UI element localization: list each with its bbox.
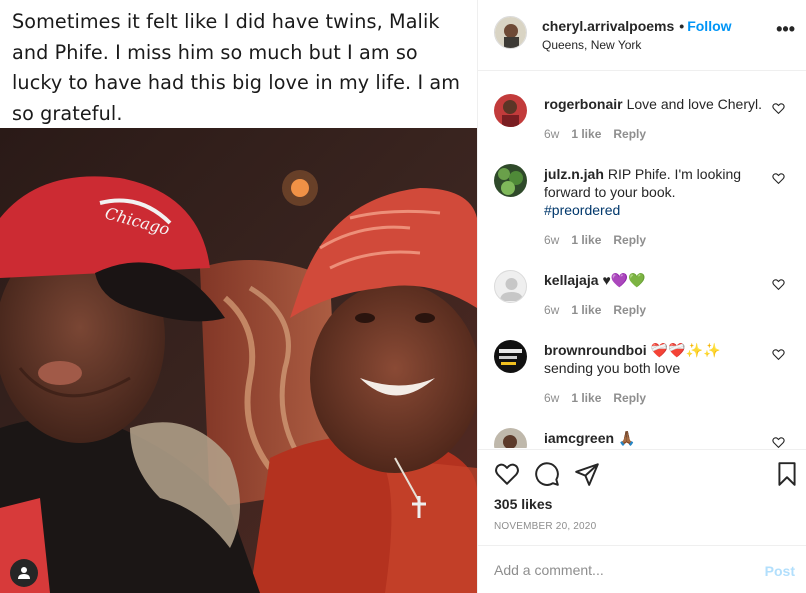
likes-count[interactable]: 305 likes (494, 496, 552, 512)
comment-message: 🙏🏾 (618, 430, 636, 446)
heart-icon[interactable] (772, 102, 785, 115)
post-sidebar: cheryl.arrivalpoems • Follow Queens, New Y… (477, 0, 806, 593)
comment-text: kellajaja ♥💜💚 (544, 271, 764, 289)
commenter-avatar[interactable] (494, 340, 527, 373)
comment-text: iamcgreen 🙏🏾 (544, 429, 764, 447)
more-options-button[interactable]: ••• (776, 19, 795, 39)
comment-username[interactable]: iamcgreen (544, 430, 614, 446)
reply-button[interactable]: Reply (613, 233, 646, 247)
comment-likes[interactable]: 1 like (571, 233, 601, 247)
post-location[interactable]: Queens, New York (542, 38, 641, 52)
comment-likes[interactable]: 1 like (571, 391, 601, 405)
heart-icon[interactable] (772, 172, 785, 185)
person-icon (18, 567, 30, 579)
comment-age: 6w (544, 303, 560, 317)
author-username[interactable]: cheryl.arrivalpoems (542, 18, 674, 34)
post-photo: Chicago (0, 128, 477, 593)
commenter-avatar[interactable] (494, 270, 527, 303)
post-comment-button[interactable]: Post (765, 563, 795, 579)
add-comment-bar: Post (478, 545, 806, 593)
reply-button[interactable]: Reply (613, 391, 646, 405)
heart-icon[interactable] (494, 461, 520, 487)
post-date[interactable]: NOVEMBER 20, 2020 (494, 521, 596, 532)
comment-username[interactable]: rogerbonair (544, 96, 623, 112)
post-actions: 305 likes NOVEMBER 20, 2020 Post (478, 449, 806, 593)
more-horizontal-icon: ••• (776, 19, 795, 39)
image-caption-band: Sometimes it felt like I did have twins,… (0, 0, 477, 128)
commenter-avatar[interactable] (494, 94, 527, 127)
comment-meta: 6w 1 like Reply (544, 391, 658, 405)
comment-message-line2: sending you both love (544, 360, 681, 376)
comment-text: brownroundboi ❤️‍🩹❤️‍🩹✨✨ sending you both… (544, 341, 764, 377)
commenter-avatar[interactable] (494, 164, 527, 197)
image-caption-text: Sometimes it felt like I did have twins,… (12, 10, 461, 125)
paper-plane-icon[interactable] (574, 461, 600, 487)
post-media: Sometimes it felt like I did have twins,… (0, 0, 477, 593)
photo-illustration: Chicago (0, 128, 477, 593)
comment-age: 6w (544, 233, 560, 247)
comment-likes[interactable]: 1 like (571, 127, 601, 141)
comment-username[interactable]: kellajaja (544, 272, 599, 288)
bookmark-icon[interactable] (774, 461, 800, 487)
heart-icon[interactable] (772, 436, 785, 448)
user-tag-button[interactable] (10, 559, 38, 587)
heart-icon[interactable] (772, 278, 785, 291)
comment-text: rogerbonair Love and love Cheryl. (544, 95, 764, 113)
comment-hashtag[interactable]: #preordered (544, 201, 764, 219)
heart-icon[interactable] (772, 348, 785, 361)
comment-meta: 6w 1 like Reply (544, 303, 658, 317)
comments-list[interactable]: rogerbonair Love and love Cheryl. 6w 1 lik… (478, 72, 806, 448)
comment-message: ❤️‍🩹❤️‍🩹✨✨ (650, 342, 721, 358)
author-avatar[interactable] (494, 16, 527, 49)
header-separator: • (679, 18, 685, 34)
header-user-line: cheryl.arrivalpoems • Follow (542, 18, 732, 34)
comment-age: 6w (544, 127, 560, 141)
comment-message: ♥💜💚 (602, 272, 646, 288)
comment-text: julz.n.jah RIP Phife. I'm looking forward… (544, 165, 764, 219)
comment-message: Love and love Cheryl. (626, 96, 762, 112)
reply-button[interactable]: Reply (613, 303, 646, 317)
comment-meta: 6w 1 like Reply (544, 127, 658, 141)
comment-meta: 6w 1 like Reply (544, 233, 658, 247)
comment-input[interactable] (494, 558, 744, 582)
reply-button[interactable]: Reply (613, 127, 646, 141)
follow-button[interactable]: Follow (687, 18, 731, 34)
comment-icon[interactable] (534, 461, 560, 487)
comment-username[interactable]: julz.n.jah (544, 166, 604, 182)
post-header: cheryl.arrivalpoems • Follow Queens, New Y… (478, 0, 806, 71)
comment-username[interactable]: brownroundboi (544, 342, 647, 358)
comment-likes[interactable]: 1 like (571, 303, 601, 317)
commenter-avatar[interactable] (494, 428, 527, 448)
comment-age: 6w (544, 391, 560, 405)
